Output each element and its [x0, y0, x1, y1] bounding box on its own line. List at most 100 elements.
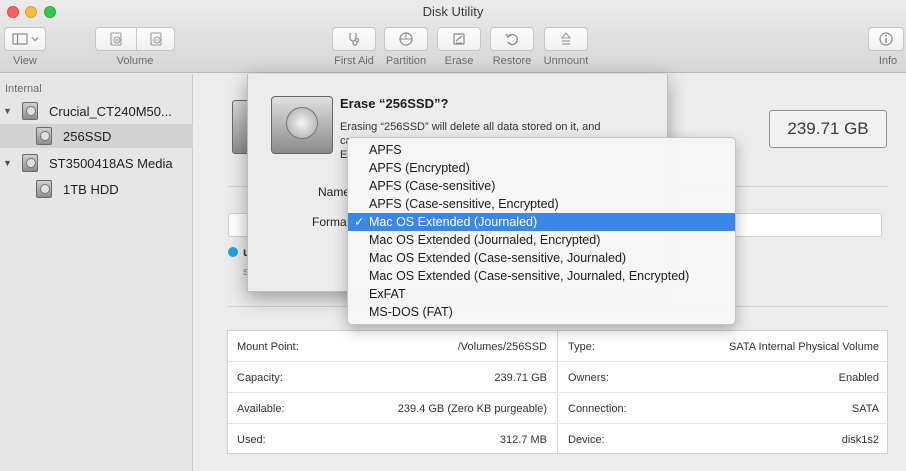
info-row: Mount Point: /Volumes/256SSD: [228, 331, 557, 362]
format-option-exfat[interactable]: ExFAT: [348, 285, 735, 303]
hard-disk-icon: [271, 96, 333, 154]
stethoscope-icon: [349, 33, 359, 46]
volume-disk-icon: [36, 127, 52, 145]
menu-item-label: APFS: [369, 143, 402, 157]
view-button[interactable]: [4, 27, 46, 51]
info-key: Used:: [237, 434, 266, 446]
format-option-mac-os-extended-journaled-encrypted[interactable]: Mac OS Extended (Journaled, Encrypted): [348, 231, 735, 249]
menu-item-label: APFS (Encrypted): [369, 161, 470, 175]
sidebar-item-label: 256SSD: [63, 128, 112, 144]
info-row: Available: 239.4 GB (Zero KB purgeable): [228, 393, 557, 424]
name-label: Name: [317, 185, 350, 199]
unmount-button[interactable]: [544, 27, 588, 51]
info-column-right: Type: SATA Internal Physical Volume Owne…: [559, 331, 889, 455]
sidebar-item-label: ST3500418AS Media: [49, 155, 173, 171]
sheet-title: Erase “256SSD”?: [340, 96, 449, 111]
info-value: SATA: [851, 403, 879, 415]
menu-item-label: Mac OS Extended (Journaled, Encrypted): [369, 233, 601, 247]
sidebar-item-1tb-hdd[interactable]: 1TB HDD: [0, 177, 193, 201]
menu-item-label: APFS (Case-sensitive, Encrypted): [369, 197, 559, 211]
info-value: 239.4 GB (Zero KB purgeable): [397, 403, 547, 415]
partition-label: Partition: [385, 55, 427, 67]
menu-item-label: Mac OS Extended (Case-sensitive, Journal…: [369, 269, 690, 283]
eraser-icon: [453, 33, 465, 45]
checkmark-icon: ✓: [354, 215, 365, 229]
sidebar: Internal ▼ Crucial_CT240M50... 256SSD ▼ …: [0, 74, 193, 471]
unmount-label: Unmount: [543, 55, 589, 67]
info-key: Capacity:: [237, 372, 283, 384]
info-row: Connection: SATA: [559, 393, 889, 424]
disclosure-triangle-icon[interactable]: ▼: [3, 158, 12, 168]
used-legend-dot: [228, 247, 238, 257]
volume-info-table: Mount Point: /Volumes/256SSD Capacity: 2…: [227, 330, 889, 455]
first-aid-button[interactable]: [332, 27, 376, 51]
format-option-apfs[interactable]: APFS: [348, 141, 735, 159]
info-value: 312.7 MB: [499, 434, 547, 446]
sidebar-item-256ssd[interactable]: 256SSD: [0, 124, 193, 148]
sidebar-item-label: Crucial_CT240M50...: [49, 103, 172, 119]
restore-label: Restore: [492, 55, 532, 67]
info-key: Mount Point:: [237, 341, 299, 353]
info-label: Info: [878, 55, 898, 67]
disclosure-triangle-icon[interactable]: ▼: [3, 106, 12, 116]
info-row: Type: SATA Internal Physical Volume: [559, 331, 889, 362]
info-key: Owners:: [568, 372, 609, 384]
window-title: Disk Utility: [422, 4, 484, 19]
sidebar-item-st3500418as-disk[interactable]: ▼ ST3500418AS Media: [0, 151, 193, 175]
volume-label: Volume: [116, 55, 154, 67]
hard-disk-icon: [22, 102, 38, 120]
info-key: Type:: [568, 341, 595, 353]
format-option-ms-dos-fat[interactable]: MS-DOS (FAT): [348, 303, 735, 321]
menu-item-label: Mac OS Extended (Case-sensitive, Journal…: [369, 251, 627, 265]
erase-label: Erase: [444, 55, 474, 67]
toolbar: Disk Utility View Volume First Aid Parti…: [0, 0, 906, 73]
menu-item-label: ExFAT: [369, 287, 406, 301]
partition-button[interactable]: [384, 27, 428, 51]
format-option-mac-os-extended-case-sensitive-journaled-encrypted[interactable]: Mac OS Extended (Case-sensitive, Journal…: [348, 267, 735, 285]
info-value: disk1s2: [841, 434, 879, 446]
info-value: 239.71 GB: [494, 372, 547, 384]
remove-volume-icon: [150, 32, 162, 46]
format-option-mac-os-extended-journaled[interactable]: ✓ Mac OS Extended (Journaled): [348, 213, 735, 231]
sidebar-section-internal: Internal: [5, 83, 42, 95]
format-label: Format: [311, 215, 350, 229]
restore-arrow-icon: [505, 33, 518, 46]
format-option-apfs-encrypted[interactable]: APFS (Encrypted): [348, 159, 735, 177]
restore-button[interactable]: [490, 27, 534, 51]
sidebar-item-label: 1TB HDD: [63, 181, 119, 197]
info-row: Device: disk1s2: [559, 424, 889, 455]
hard-disk-icon: [22, 154, 38, 172]
format-option-apfs-case-sensitive[interactable]: APFS (Case-sensitive): [348, 177, 735, 195]
info-row: Capacity: 239.71 GB: [228, 362, 557, 393]
volume-segment: [95, 27, 175, 51]
info-button[interactable]: [868, 27, 904, 51]
view-label: View: [13, 55, 37, 67]
info-row: Owners: Enabled: [559, 362, 889, 393]
info-value: Enabled: [838, 372, 879, 384]
volume-disk-icon: [36, 180, 52, 198]
info-key: Device:: [568, 434, 605, 446]
menu-item-label: Mac OS Extended (Journaled): [369, 215, 538, 229]
first-aid-label: First Aid: [334, 55, 374, 67]
sidebar-icon: [11, 33, 28, 45]
menu-item-label: APFS (Case-sensitive): [369, 179, 496, 193]
menu-item-label: MS-DOS (FAT): [369, 305, 453, 319]
format-option-mac-os-extended-case-sensitive-journaled[interactable]: Mac OS Extended (Case-sensitive, Journal…: [348, 249, 735, 267]
sidebar-item-crucial-disk[interactable]: ▼ Crucial_CT240M50...: [0, 99, 193, 123]
info-column-left: Mount Point: /Volumes/256SSD Capacity: 2…: [228, 331, 558, 455]
format-dropdown-menu[interactable]: APFS APFS (Encrypted) APFS (Case-sensiti…: [347, 137, 736, 325]
unmount-icon: [560, 32, 572, 45]
partition-pie-icon: [399, 32, 413, 46]
volume-size-box: 239.71 GB: [769, 110, 887, 148]
chevron-down-icon: [30, 37, 39, 42]
info-value: /Volumes/256SSD: [457, 341, 547, 353]
info-row: Used: 312.7 MB: [228, 424, 557, 455]
info-key: Connection:: [568, 403, 627, 415]
remove-volume-button[interactable]: [137, 28, 175, 50]
erase-button[interactable]: [437, 27, 481, 51]
info-key: Available:: [237, 403, 285, 415]
info-value: SATA Internal Physical Volume: [729, 341, 879, 353]
format-option-apfs-case-sensitive-encrypted[interactable]: APFS (Case-sensitive, Encrypted): [348, 195, 735, 213]
add-volume-button[interactable]: [96, 28, 136, 50]
add-volume-icon: [110, 32, 122, 46]
